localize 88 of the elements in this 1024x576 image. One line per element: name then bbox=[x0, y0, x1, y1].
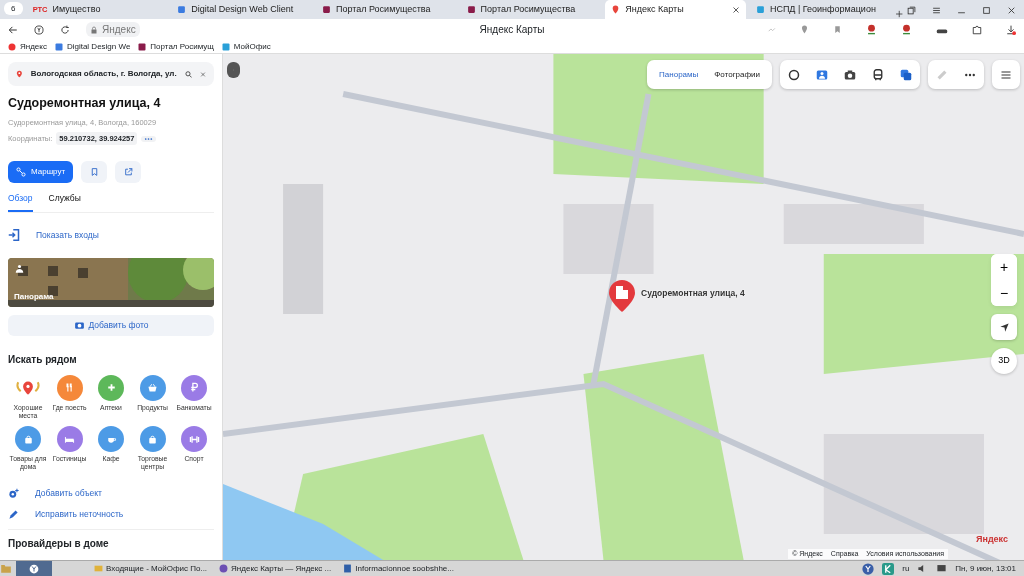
reload-icon[interactable] bbox=[60, 24, 70, 35]
share-button[interactable] bbox=[115, 161, 142, 184]
layer-toggle[interactable]: Панорамы bbox=[655, 67, 703, 82]
map-pin-icon bbox=[611, 5, 621, 14]
browser-tab[interactable]: Портал Росимущества bbox=[315, 0, 457, 19]
browser-tab[interactable]: НСПД | Геоинформацион bbox=[749, 0, 891, 19]
panel-tab[interactable]: Службы bbox=[48, 191, 81, 212]
pencil-icon bbox=[8, 509, 19, 520]
building-marker-icon[interactable] bbox=[609, 280, 635, 312]
search-field[interactable]: Вологодская область, г. Вологда, ул. bbox=[8, 62, 214, 86]
close-icon[interactable] bbox=[1007, 6, 1017, 15]
taskbar-window[interactable]: Яндекс Карты — Яндекс ... bbox=[215, 561, 336, 576]
camera-icon[interactable] bbox=[844, 68, 856, 81]
favicon bbox=[138, 42, 147, 51]
bookmark-link[interactable]: Портал Росимущ bbox=[138, 40, 214, 53]
action-link[interactable]: Добавить объект bbox=[35, 487, 102, 501]
section-heading: Провайдеры в доме bbox=[8, 528, 214, 551]
place-title: Судоремонтная улица, 4 bbox=[8, 95, 162, 112]
section-heading: Искать рядом bbox=[8, 352, 78, 367]
bookmark-icon bbox=[89, 167, 99, 178]
menu-icon[interactable] bbox=[932, 6, 942, 15]
more-icon bbox=[144, 136, 154, 141]
start-button[interactable] bbox=[16, 561, 52, 576]
bus-icon[interactable] bbox=[872, 68, 884, 81]
back-icon[interactable] bbox=[8, 24, 18, 35]
add-location-icon bbox=[8, 488, 19, 500]
bookmark-link[interactable]: МойОфис bbox=[221, 40, 271, 53]
taskbar-clock: Пн, 9 июн, 13:01 bbox=[955, 562, 1016, 575]
bookmark-icon[interactable] bbox=[833, 25, 842, 34]
address-field[interactable]: Яндекс bbox=[86, 22, 140, 37]
lock-icon bbox=[90, 25, 98, 34]
entrance-icon bbox=[8, 229, 20, 242]
layer-toggle[interactable]: Фотографии bbox=[710, 67, 764, 82]
taskbar-window[interactable]: Informacionnoe soobshhe... bbox=[339, 561, 458, 576]
bookmark-button[interactable] bbox=[81, 161, 108, 184]
panorama-thumbnail[interactable]: Панорама bbox=[8, 257, 214, 307]
action-link[interactable]: Исправить неточность bbox=[35, 508, 124, 521]
download-icon[interactable] bbox=[1006, 24, 1016, 35]
locate-button[interactable] bbox=[991, 314, 1017, 340]
document-icon bbox=[343, 564, 353, 573]
page-icon bbox=[466, 5, 476, 14]
keyboard-layout[interactable]: ru bbox=[902, 562, 910, 575]
route-button[interactable]: Маршрут bbox=[8, 161, 74, 184]
browser-tab[interactable]: Digital Design Web Client bbox=[171, 0, 312, 19]
zoom-in-button[interactable]: + bbox=[991, 254, 1017, 280]
more-button[interactable] bbox=[141, 135, 157, 142]
panorama-label: Панорама bbox=[14, 290, 54, 303]
taskbar-window[interactable]: Входящие - МойОфис По... bbox=[90, 561, 212, 576]
zoom-out-button[interactable]: − bbox=[991, 280, 1017, 306]
marker-label: Судоремонтная улица, 4 bbox=[641, 287, 745, 300]
panel-tab[interactable]: Обзор bbox=[8, 191, 33, 212]
show-entrances-link[interactable]: Показать входы bbox=[36, 229, 99, 242]
location-icon[interactable] bbox=[800, 25, 809, 34]
map-logo: Яндекс bbox=[976, 532, 1008, 546]
plus-icon[interactable] bbox=[894, 9, 904, 19]
bookmark-link[interactable]: Digital Design We bbox=[54, 40, 131, 53]
restore-icon[interactable] bbox=[982, 6, 992, 15]
favicon bbox=[8, 42, 16, 51]
yandex-icon[interactable] bbox=[862, 562, 875, 575]
page-title: Яндекс Карты bbox=[479, 23, 545, 37]
more-icon[interactable] bbox=[964, 71, 976, 78]
map-pin-icon bbox=[16, 68, 23, 80]
camera-icon bbox=[73, 320, 85, 331]
favicon bbox=[221, 42, 230, 51]
page-icon bbox=[755, 5, 765, 14]
tab-counter[interactable]: 6 bbox=[4, 2, 23, 15]
page-icon bbox=[177, 5, 187, 14]
search-icon[interactable] bbox=[184, 68, 192, 80]
close-icon[interactable] bbox=[731, 5, 740, 14]
menu-button[interactable] bbox=[992, 60, 1020, 89]
add-photo-button[interactable]: Добавить фото bbox=[8, 314, 214, 336]
browser-tab[interactable]: Яндекс Карты bbox=[605, 0, 746, 19]
navigation-arrow-icon bbox=[998, 321, 1010, 333]
basket-icon bbox=[146, 381, 159, 395]
browser-tab[interactable]: Портал Росимущества bbox=[460, 0, 602, 19]
menu-icon bbox=[1000, 68, 1012, 81]
route-icon bbox=[16, 167, 26, 178]
copy-icon[interactable] bbox=[907, 6, 917, 15]
page-icon bbox=[321, 5, 331, 14]
k-icon[interactable] bbox=[882, 562, 895, 575]
yandex-logo-icon[interactable] bbox=[34, 24, 44, 35]
bookmark-link[interactable]: Яндекс bbox=[8, 40, 47, 53]
panorama-icon bbox=[14, 263, 25, 274]
traffic-icon[interactable] bbox=[788, 68, 800, 81]
extension-icon[interactable] bbox=[972, 24, 982, 35]
panorama-layer-icon[interactable] bbox=[816, 68, 828, 81]
layers-icon[interactable] bbox=[900, 68, 912, 81]
favicon bbox=[54, 42, 63, 51]
